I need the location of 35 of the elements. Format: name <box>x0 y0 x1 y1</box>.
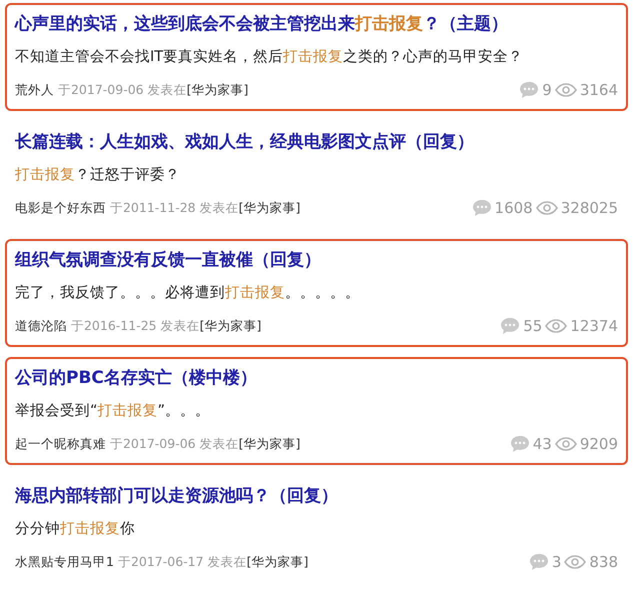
view-count: 12374 <box>570 316 618 337</box>
reply-count: 9 <box>542 80 552 101</box>
comment-icon <box>510 435 530 453</box>
result-title[interactable]: 海思内部转部门可以走资源池吗？（回复） <box>15 481 618 511</box>
eye-icon <box>564 555 586 569</box>
view-count: 328025 <box>560 198 618 219</box>
result-title[interactable]: 长篇连载：人生如戏、戏如人生，经典电影图文点评（回复） <box>15 127 618 157</box>
result-title[interactable]: 组织气氛调查没有反馈一直被催（回复） <box>15 245 618 275</box>
reply-count: 1608 <box>494 198 533 219</box>
post-meta: 起一个昵称真难 于2017-09-06 发表在[华为家事] <box>15 435 300 453</box>
comment-icon <box>528 553 549 571</box>
eye-icon <box>545 319 568 333</box>
result-snippet: 不知道主管会不会找IT要真实姓名，然后打击报复之类的？心声的马甲安全？ <box>15 48 524 67</box>
result-snippet: 举报会受到“打击报复”。。。 <box>15 402 212 421</box>
view-count: 838 <box>589 552 618 573</box>
eye-icon <box>554 437 577 451</box>
comment-icon <box>472 199 492 217</box>
result-snippet: 打击报复？迁怒于评委？ <box>15 166 181 185</box>
post-meta: 道德沦陷 于2016-11-25 发表在[华为家事] <box>15 317 262 335</box>
reply-count: 55 <box>523 316 542 337</box>
view-count: 3164 <box>580 80 618 101</box>
eye-icon <box>554 83 577 97</box>
post-meta: 电影是个好东西 于2011-11-28 发表在[华为家事] <box>15 199 300 217</box>
result-title[interactable]: 公司的PBC名存实亡（楼中楼） <box>15 363 618 393</box>
post-meta: 荒外人 于2017-09-06 发表在[华为家事] <box>15 81 248 99</box>
reply-count: 3 <box>552 552 562 573</box>
result-snippet: 分分钟打击报复你 <box>15 520 136 539</box>
eye-icon <box>536 201 558 215</box>
comment-icon <box>519 81 540 99</box>
result-title[interactable]: 心声里的实话，这些到底会不会被主管挖出来打击报复？（主题） <box>15 9 618 39</box>
view-count: 9209 <box>580 434 618 455</box>
reply-count: 43 <box>532 434 552 455</box>
post-meta: 水黑贴专用马甲1 于2017-06-17 发表在[华为家事] <box>15 553 308 571</box>
comment-icon <box>500 317 520 335</box>
result-snippet: 完了，我反馈了。。。必将遭到打击报复。。。。。 <box>15 284 361 303</box>
